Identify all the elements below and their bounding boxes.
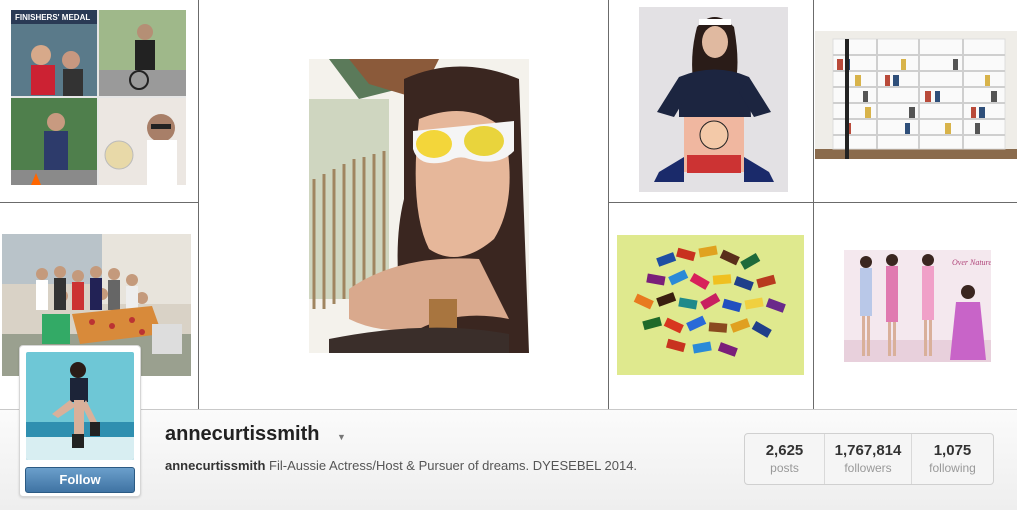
collage-image: FINISHERS' MEDAL <box>11 10 186 185</box>
grid-divider <box>198 0 199 409</box>
follow-button[interactable]: Follow <box>25 467 135 493</box>
bio-text: Fil-Aussie Actress/Host & Pursuer of dre… <box>269 458 638 473</box>
stat-label: posts <box>770 461 799 475</box>
photo-tile-kneeling[interactable] <box>639 7 788 192</box>
photo-tile-bookshelf[interactable] <box>815 31 1017 159</box>
bio-name: annecurtissmith <box>165 458 266 473</box>
stat-value: 2,625 <box>765 442 804 459</box>
kneeling-image <box>639 7 788 192</box>
grid-divider <box>608 202 1017 203</box>
stat-posts[interactable]: 2,625 posts <box>745 434 825 484</box>
profile-page: FINISHERS' MEDAL Over Nature Follow anne… <box>0 0 1017 510</box>
stat-label: followers <box>844 461 892 475</box>
chevron-down-icon[interactable]: ▼ <box>337 432 346 442</box>
photo-tile-poster[interactable]: Over Nature <box>844 250 991 362</box>
stat-following[interactable]: 1,075 following <box>912 434 993 484</box>
avatar-image <box>26 352 134 460</box>
grid-divider <box>813 0 814 409</box>
sunglasses-image <box>309 59 529 353</box>
photo-tile-collage[interactable]: FINISHERS' MEDAL <box>11 10 186 185</box>
stat-value: 1,767,814 <box>834 442 902 459</box>
bookshelf-image <box>815 31 1017 159</box>
candy-image <box>617 235 804 375</box>
grid-divider <box>608 0 609 409</box>
photo-tile-candy[interactable] <box>617 235 804 375</box>
finishers-medal-text: FINISHERS' MEDAL <box>15 13 90 22</box>
stat-followers[interactable]: 1,767,814 followers <box>825 434 912 484</box>
profile-stats: 2,625 posts 1,767,814 followers 1,075 fo… <box>744 433 994 485</box>
stat-value: 1,075 <box>933 442 972 459</box>
avatar[interactable] <box>26 352 134 460</box>
grid-divider <box>0 202 198 203</box>
profile-username: annecurtissmith <box>165 423 320 445</box>
profile-card: Follow <box>19 345 141 497</box>
poster-image: Over Nature <box>844 250 991 362</box>
stat-label: following <box>929 461 976 475</box>
profile-bio: annecurtissmith Fil-Aussie Actress/Host … <box>165 458 637 473</box>
poster-text: Over Nature <box>952 258 991 267</box>
photo-tile-sunglasses[interactable] <box>309 59 529 353</box>
